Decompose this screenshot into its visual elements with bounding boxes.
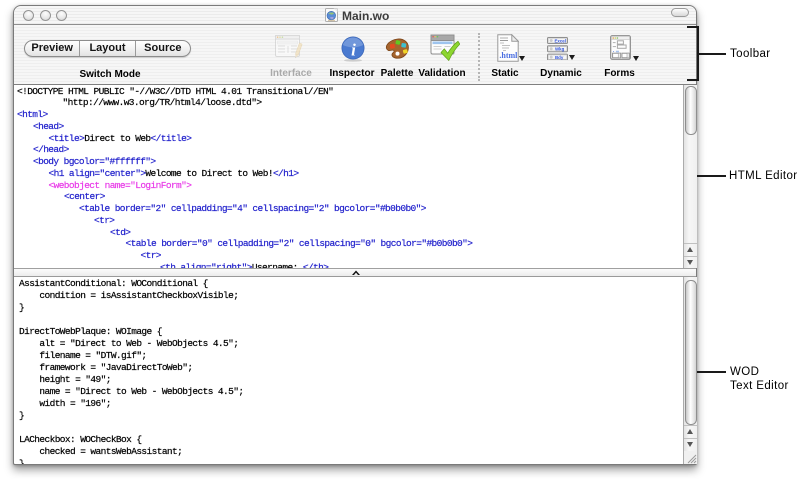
svg-text:Wkg: Wkg	[555, 47, 565, 52]
svg-text:.html: .html	[499, 51, 518, 60]
svg-text:i: i	[351, 41, 356, 60]
svg-text:Bdy: Bdy	[555, 55, 564, 60]
svg-text:Excel: Excel	[555, 38, 566, 43]
